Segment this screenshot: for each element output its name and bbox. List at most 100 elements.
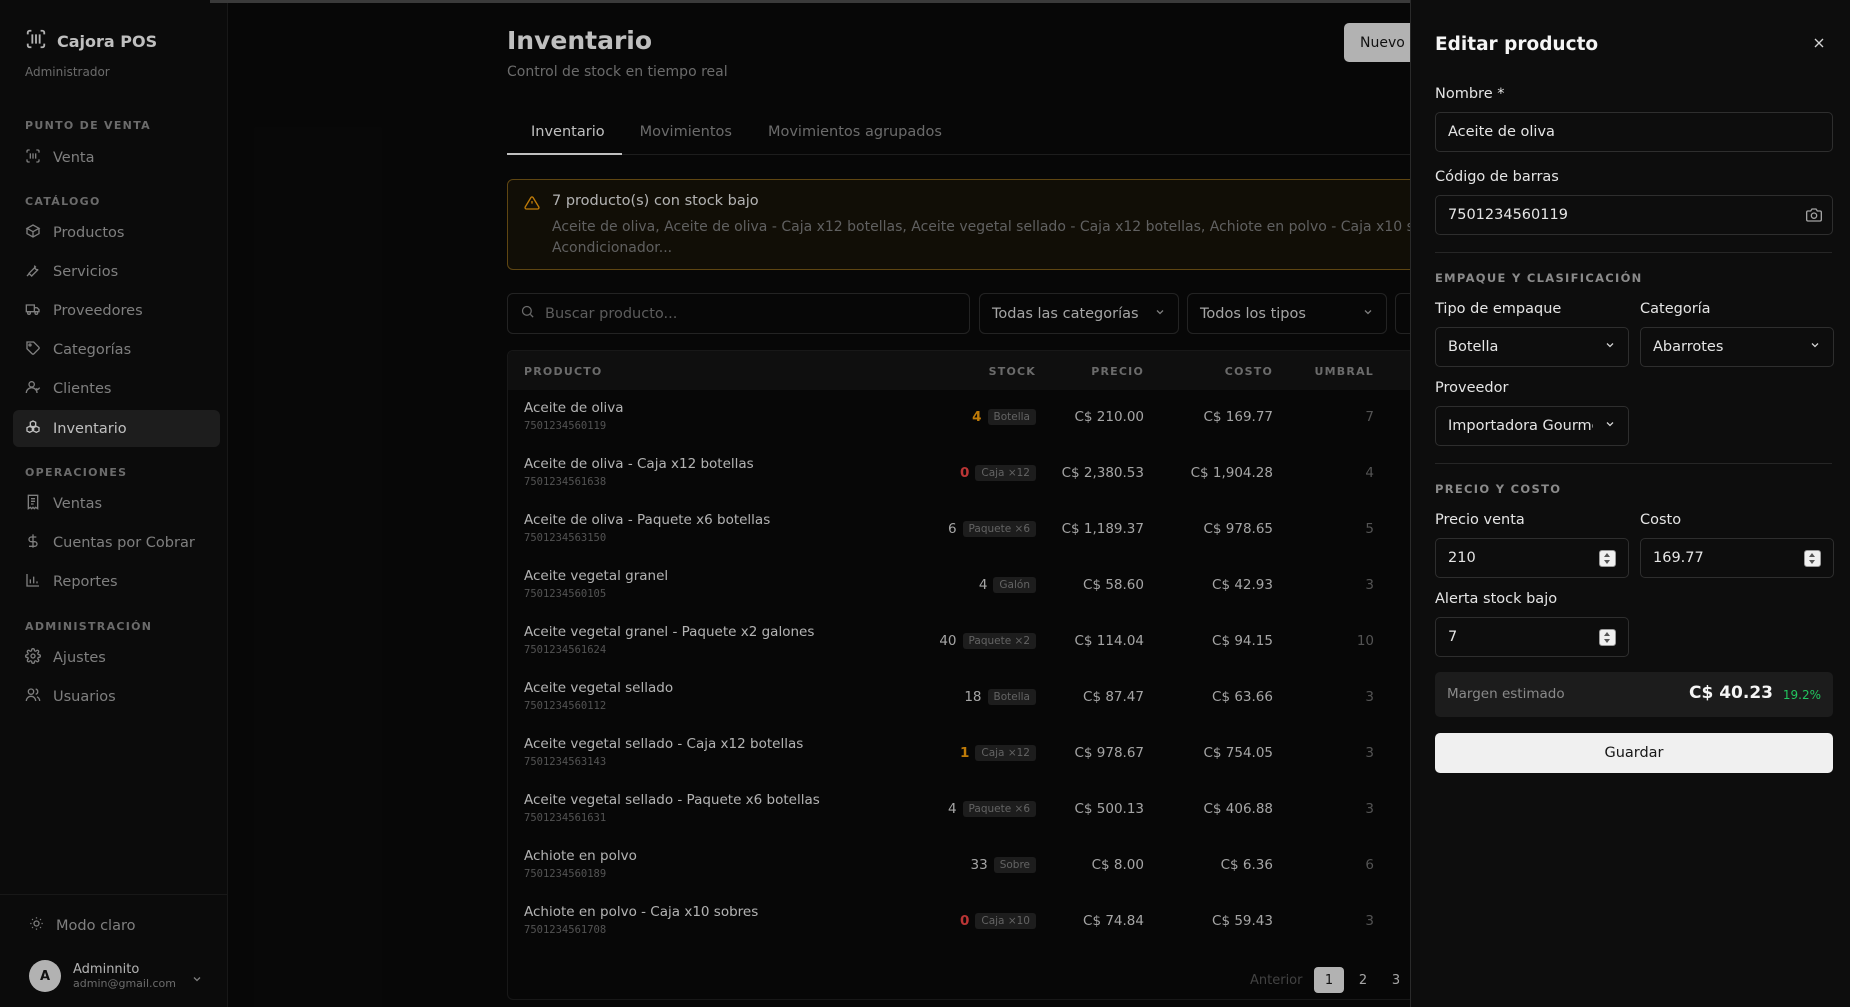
product-name: Aceite de oliva - Paquete x6 botellas (524, 512, 771, 528)
sidebar-item-label: Productos (53, 224, 125, 241)
sidebar-item-venta[interactable]: Venta (13, 139, 220, 176)
stock-cell: 1 Caja ×12 (960, 745, 1036, 761)
tabs: Inventario Movimientos Movimientos agrup… (507, 116, 1447, 155)
supplier-select[interactable]: Importadora Gourme (1435, 406, 1629, 446)
category-select[interactable]: Abarrotes (1640, 327, 1834, 367)
table-row[interactable]: Aceite vegetal sellado - Caja x12 botell… (508, 726, 1456, 782)
edit-product-panel: Editar producto Nombre * Aceite de oliva… (1410, 0, 1850, 1007)
product-name: Aceite vegetal granel (524, 568, 669, 584)
page-1-button[interactable]: 1 (1314, 967, 1344, 993)
type-filter-select[interactable]: Todos los tipos (1187, 293, 1387, 334)
close-icon[interactable] (1811, 35, 1829, 53)
search-input[interactable]: Buscar producto... (507, 293, 970, 334)
table-row[interactable]: Aceite de oliva - Paquete x6 botellas 750… (508, 502, 1456, 558)
sidebar-item-cuentas-por-cobrar[interactable]: Cuentas por Cobrar (13, 524, 220, 561)
price-cell: C$ 74.84 (1083, 913, 1144, 929)
product-name: Aceite vegetal sellado (524, 680, 674, 696)
barcode-field[interactable]: 7501234560119 (1435, 195, 1833, 235)
packaging-value: Botella (1448, 339, 1499, 355)
sidebar-item-usuarios[interactable]: Usuarios (13, 678, 220, 715)
table-row[interactable]: Aceite vegetal granel - Paquete x2 galon… (508, 614, 1456, 670)
save-button[interactable]: Guardar (1435, 733, 1833, 773)
threshold-cell: 4 (1365, 465, 1374, 481)
barcode-scan-icon (25, 28, 47, 54)
threshold-cell: 3 (1365, 577, 1374, 593)
stock-cell: 4 Galón (979, 577, 1036, 593)
cost-input[interactable]: 169.77 (1640, 538, 1834, 578)
section-punto-de-venta: PUNTO DE VENTA (25, 119, 151, 132)
sidebar-item-clientes[interactable]: Clientes (13, 370, 220, 407)
sidebar-item-proveedores[interactable]: Proveedores (13, 292, 220, 329)
margin-value: C$ 40.23 (1689, 683, 1773, 703)
stock-value: 33 (970, 857, 988, 873)
chevron-down-icon (1154, 306, 1166, 322)
sidebar-item-productos[interactable]: Productos (13, 214, 220, 251)
category-filter-value: Todas las categorías (992, 305, 1139, 322)
theme-toggle[interactable]: Modo claro (29, 916, 135, 935)
cost-cell: C$ 1,904.28 (1190, 465, 1273, 481)
cost-stepper[interactable] (1804, 550, 1821, 567)
threshold-cell: 3 (1365, 801, 1374, 817)
sidebar-item-label: Usuarios (53, 688, 116, 705)
tab-movimientos[interactable]: Movimientos (622, 116, 750, 155)
stock-alert-input[interactable]: 7 (1435, 617, 1629, 657)
sidebar-item-reportes[interactable]: Reportes (13, 563, 220, 600)
scan-icon (25, 148, 41, 168)
table-row[interactable]: Aceite de oliva 7501234560119 4 Botella C$ 2… (508, 390, 1456, 446)
sidebar-item-ajustes[interactable]: Ajustes (13, 639, 220, 676)
supplier-value: Importadora Gourme (1448, 418, 1593, 434)
cost-cell: C$ 754.05 (1203, 745, 1273, 761)
threshold-cell: 3 (1365, 689, 1374, 705)
camera-icon[interactable] (1806, 207, 1822, 227)
price-input[interactable]: 210 (1435, 538, 1629, 578)
table-row[interactable]: Achiote en polvo - Caja x10 sobres 750123… (508, 894, 1456, 950)
table-row[interactable]: Aceite vegetal granel 7501234560105 4 Galón… (508, 558, 1456, 614)
product-name: Aceite vegetal granel - Paquete x2 galon… (524, 624, 815, 640)
price-stepper[interactable] (1599, 550, 1616, 567)
product-name: Achiote en polvo - Caja x10 sobres (524, 904, 759, 920)
name-field[interactable]: Aceite de oliva (1435, 112, 1833, 152)
category-filter-select[interactable]: Todas las categorías (979, 293, 1179, 334)
stock-cell: 4 Botella (972, 409, 1036, 425)
receipt-icon (25, 494, 41, 514)
table-row[interactable]: Aceite vegetal sellado 7501234560112 18 Bot… (508, 670, 1456, 726)
price-value: 210 (1448, 550, 1476, 566)
sidebar-item-ventas[interactable]: Ventas (13, 485, 220, 522)
sidebar-item-categorias[interactable]: Categorías (13, 331, 220, 368)
unit-badge: Caja ×10 (975, 913, 1036, 929)
alert-body: Aceite de oliva, Aceite de oliva - Caja … (552, 219, 1428, 256)
unit-badge: Galón (993, 577, 1036, 593)
unit-badge: Botella (987, 409, 1036, 425)
cost-cell: C$ 63.66 (1212, 689, 1273, 705)
stock-value: 0 (959, 913, 970, 929)
chevron-down-icon (1809, 339, 1821, 355)
sidebar-item-servicios[interactable]: Servicios (13, 253, 220, 290)
tab-inventario[interactable]: Inventario (507, 116, 622, 155)
table-body: Aceite de oliva 7501234560119 4 Botella C$ 2… (508, 390, 1456, 950)
price-cell: C$ 87.47 (1083, 689, 1144, 705)
sun-icon (29, 916, 44, 935)
table-row[interactable]: Aceite vegetal sellado - Paquete x6 bote… (508, 782, 1456, 838)
unit-badge: Caja ×12 (975, 745, 1036, 761)
page-3-button[interactable]: 3 (1381, 967, 1411, 993)
low-stock-alert: 7 producto(s) con stock bajo Aceite de o… (507, 179, 1452, 270)
stock-alert-stepper[interactable] (1599, 629, 1616, 646)
stock-cell: 6 Paquete ×6 (948, 521, 1036, 537)
sidebar-item-label: Cuentas por Cobrar (53, 534, 195, 551)
prev-page-button[interactable]: Anterior (1250, 973, 1302, 988)
barcode-value: 7501234560119 (1448, 207, 1568, 223)
page-2-button[interactable]: 2 (1348, 967, 1378, 993)
packaging-select[interactable]: Botella (1435, 327, 1629, 367)
sidebar-item-label: Servicios (53, 263, 119, 280)
chart-icon (25, 572, 41, 592)
table-row[interactable]: Achiote en polvo 7501234560189 33 Sobre C$ 8… (508, 838, 1456, 894)
cost-cell: C$ 94.15 (1212, 633, 1273, 649)
threshold-cell: 6 (1365, 857, 1374, 873)
tab-movimientos-agrupados[interactable]: Movimientos agrupados (750, 116, 960, 155)
margin-percent: 19.2% (1782, 688, 1821, 702)
cost-cell: C$ 406.88 (1203, 801, 1273, 817)
sidebar-item-inventario[interactable]: Inventario (13, 410, 220, 447)
table-row[interactable]: Aceite de oliva - Caja x12 botellas 75012… (508, 446, 1456, 502)
user-menu[interactable]: A Adminnito admin@gmail.com (29, 960, 209, 992)
unit-badge: Paquete ×6 (962, 801, 1036, 817)
